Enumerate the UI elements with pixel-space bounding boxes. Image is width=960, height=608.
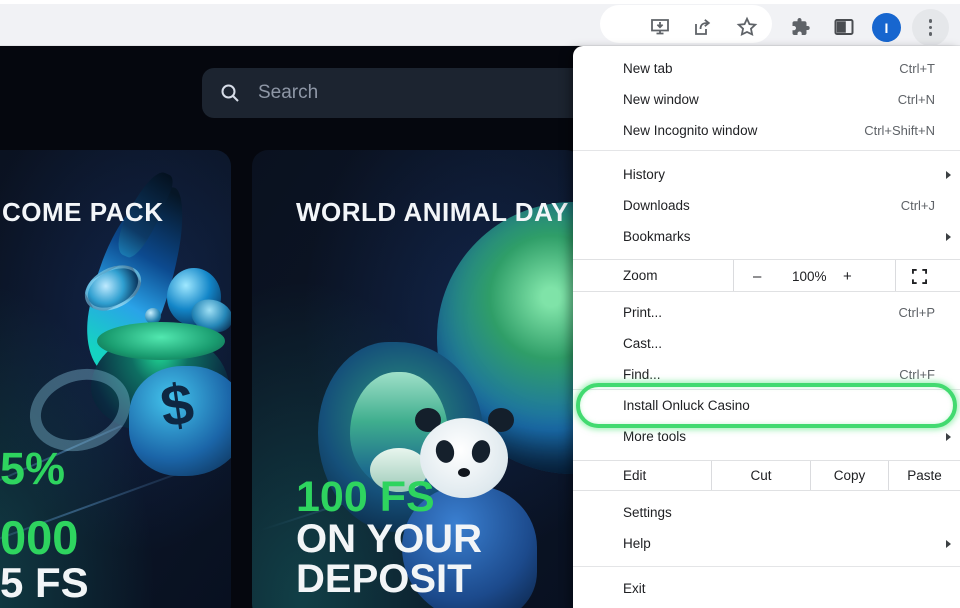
shortcut: Ctrl+J	[901, 198, 935, 213]
card2-promo-fs: 100 FS	[296, 476, 435, 519]
menu-item-print[interactable]: Print... Ctrl+P	[573, 297, 960, 328]
card1-promo-fs: 5 FS	[0, 562, 89, 604]
menu-item-new-window[interactable]: New window Ctrl+N	[573, 84, 960, 115]
card2-promo-line2: ON YOUR	[296, 519, 482, 559]
divider	[733, 260, 734, 291]
share-icon[interactable]	[691, 15, 715, 39]
browser-toolbar: I	[0, 0, 960, 46]
screen: I Search $ COME PAC	[0, 0, 960, 608]
menu-item-new-tab[interactable]: New tab Ctrl+T	[573, 53, 960, 84]
cut-button[interactable]: Cut	[711, 461, 810, 490]
zoom-in-button[interactable]: +	[843, 268, 852, 285]
menu-item-exit[interactable]: Exit	[573, 573, 960, 604]
divider	[895, 260, 896, 291]
install-app-icon[interactable]	[648, 15, 672, 39]
search-placeholder: Search	[258, 82, 318, 104]
menu-edit-row: Edit Cut Copy Paste	[573, 460, 960, 491]
menu-item-bookmarks[interactable]: Bookmarks	[573, 221, 960, 252]
zoom-label: Zoom	[623, 268, 658, 283]
chrome-menu: New tab Ctrl+T New window Ctrl+N New Inc…	[573, 46, 960, 608]
card1-promo-percent: 5%	[0, 446, 65, 491]
shortcut: Ctrl+P	[899, 305, 935, 320]
menu-item-more-tools[interactable]: More tools	[573, 421, 960, 452]
menu-dots-icon	[929, 19, 933, 36]
extensions-icon[interactable]	[789, 15, 813, 39]
shortcut: Ctrl+F	[899, 367, 935, 382]
menu-item-new-incognito[interactable]: New Incognito window Ctrl+Shift+N	[573, 115, 960, 146]
menu-separator	[573, 566, 960, 567]
search-input[interactable]: Search	[202, 68, 602, 118]
fullscreen-icon[interactable]	[912, 269, 927, 287]
shortcut: Ctrl+T	[899, 61, 935, 76]
panda-art	[458, 468, 470, 477]
submenu-arrow-icon	[946, 171, 951, 179]
card1-promo-amount: 000	[0, 514, 78, 561]
menu-item-find[interactable]: Find... Ctrl+F	[573, 359, 960, 390]
submenu-arrow-icon	[946, 233, 951, 241]
menu-item-downloads[interactable]: Downloads Ctrl+J	[573, 190, 960, 221]
browser-menu-button[interactable]	[912, 9, 949, 46]
promo-card-world-animal-day[interactable]: WORLD ANIMAL DAY 100 FS ON YOUR DEPOSIT	[252, 150, 582, 608]
card2-promo-line3: DEPOSIT	[296, 559, 472, 599]
card2-title: WORLD ANIMAL DAY	[296, 197, 569, 228]
submenu-arrow-icon	[946, 433, 951, 441]
menu-item-help[interactable]: Help	[573, 528, 960, 559]
zoom-out-button[interactable]: –	[753, 268, 761, 285]
submenu-arrow-icon	[946, 540, 951, 548]
search-icon	[218, 81, 242, 105]
menu-item-install-onluck-casino[interactable]: Install Onluck Casino	[573, 390, 960, 421]
card1-title: COME PACK	[2, 197, 163, 228]
paste-button[interactable]: Paste	[888, 461, 960, 490]
menu-zoom-row: Zoom – 100% +	[573, 259, 960, 292]
menu-item-settings[interactable]: Settings	[573, 497, 960, 528]
shortcut: Ctrl+Shift+N	[864, 123, 935, 138]
menu-separator	[573, 150, 960, 151]
menu-item-history[interactable]: History	[573, 159, 960, 190]
promo-card-welcome-pack[interactable]: $ COME PACK 5% 000 5 FS	[0, 150, 231, 608]
edit-label: Edit	[623, 468, 646, 483]
shortcut: Ctrl+N	[898, 92, 935, 107]
menu-item-cast[interactable]: Cast...	[573, 328, 960, 359]
profile-avatar[interactable]: I	[872, 13, 901, 42]
bookmark-star-icon[interactable]	[735, 15, 759, 39]
pot-art	[97, 322, 225, 360]
copy-button[interactable]: Copy	[810, 461, 888, 490]
side-panel-icon[interactable]	[832, 15, 856, 39]
zoom-value: 100%	[792, 269, 827, 284]
